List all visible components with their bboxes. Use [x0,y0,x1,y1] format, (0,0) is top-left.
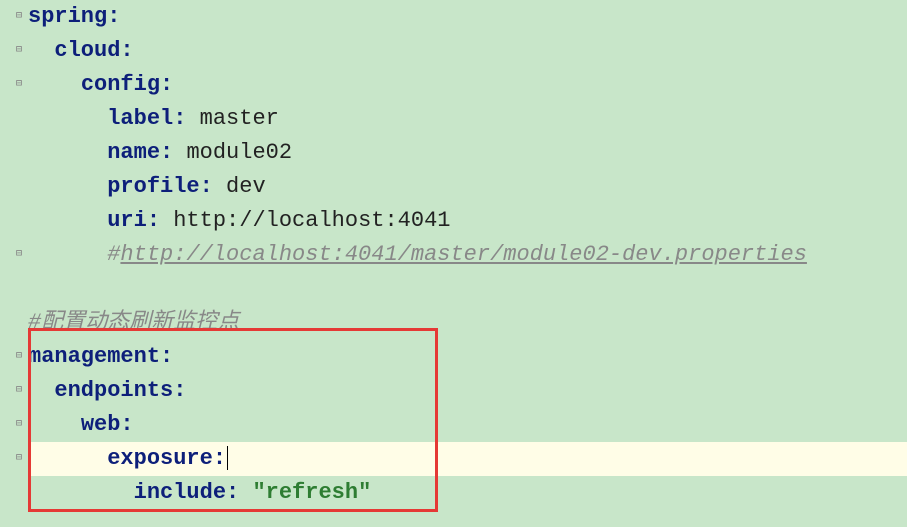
code-line[interactable] [28,272,907,306]
code-line[interactable]: management: [28,340,907,374]
line-content: spring: [28,4,120,29]
fold-marker: ⊟ [16,10,26,20]
line-content: include: "refresh" [28,480,371,505]
fold-marker: ⊟ [16,418,26,428]
code-line[interactable]: uri: http://localhost:4041 [28,204,907,238]
fold-marker: ⊟ [16,452,26,462]
fold-marker: ⊟ [16,384,26,394]
line-content: cloud: [28,38,134,63]
code-line[interactable]: cloud: [28,34,907,68]
line-content: label: master [28,106,279,131]
line-content: uri: http://localhost:4041 [28,208,450,233]
line-content: #http://localhost:4041/master/module02-d… [28,242,807,267]
code-line[interactable]: name: module02 [28,136,907,170]
code-line[interactable]: web: [28,408,907,442]
fold-marker: ⊟ [16,248,26,258]
code-line[interactable]: endpoints: [28,374,907,408]
text-cursor [227,446,228,470]
gutter: ⊟ ⊟ ⊟ ⊟ ⊟ ⊟ ⊟ ⊟ [0,0,24,527]
line-content: config: [28,72,173,97]
code-line[interactable]: include: "refresh" [28,476,907,510]
code-line[interactable]: label: master [28,102,907,136]
line-content [28,276,41,301]
code-line[interactable]: exposure: [28,442,907,476]
code-line[interactable]: #配置动态刷新监控点 [28,306,907,340]
line-content: profile: dev [28,174,266,199]
line-content: management: [28,344,173,369]
code-line[interactable]: profile: dev [28,170,907,204]
line-content: name: module02 [28,140,292,165]
fold-marker: ⊟ [16,44,26,54]
code-line[interactable]: config: [28,68,907,102]
line-content: #配置动态刷新监控点 [28,310,239,335]
line-content: exposure: [28,446,228,471]
code-line[interactable]: spring: [28,0,907,34]
fold-marker: ⊟ [16,350,26,360]
code-editor[interactable]: spring: cloud: config: label: master nam… [28,0,907,527]
line-content: endpoints: [28,378,186,403]
line-content: web: [28,412,134,437]
fold-marker: ⊟ [16,78,26,88]
code-line[interactable]: #http://localhost:4041/master/module02-d… [28,238,907,272]
